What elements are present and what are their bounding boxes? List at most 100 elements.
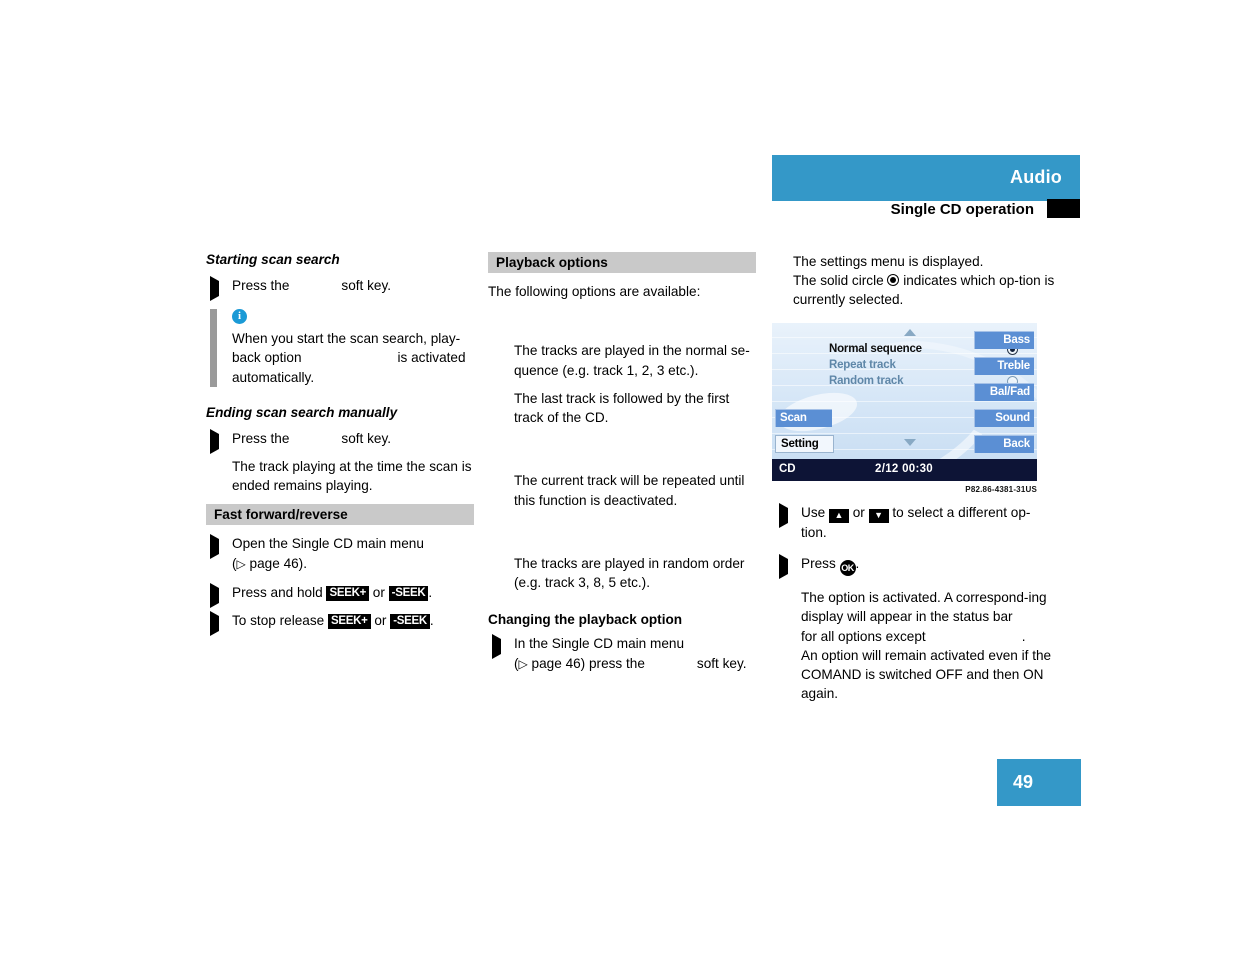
note-line-2-post: is activated (397, 350, 466, 366)
screen-softkey-sound[interactable]: Sound (974, 409, 1034, 427)
step-text-pre: Press and hold (232, 584, 323, 600)
selected-radio-icon (887, 274, 900, 287)
result-line-3: An option will remain activated even if … (801, 647, 1052, 702)
screen-softkey-setting[interactable]: Setting (775, 435, 834, 453)
info-note: i When you start the scan search, play- … (206, 309, 474, 387)
step-text-pre: Press the (232, 278, 290, 293)
screen-softkey-scan[interactable]: Scan (775, 409, 832, 427)
step-arrow-icon (210, 611, 220, 637)
column-right-lower: Use ▲ or ▼ to select a different op-tion… (775, 503, 1055, 712)
header-band: Audio (772, 155, 1080, 201)
step-press-and-hold-seek: Press and hold SEEK+ or -SEEK. (206, 582, 474, 608)
info-icon: i (232, 309, 247, 325)
conjunction-or: or (852, 505, 865, 520)
step-arrow-icon (210, 428, 220, 454)
result-track-keeps-playing: The track playing at the time the scan i… (232, 459, 472, 494)
step-line-1: Open the Single CD main menu (232, 536, 424, 552)
step-text-post: soft key. (696, 655, 747, 671)
heading-playback-options: Playback options (488, 252, 756, 273)
bullet-normal-sequence-desc-1: The tracks are played in the normal se-q… (514, 343, 750, 378)
step-text-pre: Use (801, 505, 826, 520)
conjunction-or: or (374, 613, 387, 629)
result-option-activated: The option is activated. A correspond-in… (775, 588, 1055, 703)
column-left: Starting scan search Press the soft key. … (206, 252, 474, 639)
conjunction-or: or (372, 584, 385, 600)
step-arrow-icon (210, 534, 220, 560)
bullet-icon (492, 446, 502, 457)
heading-ending-scan-search: Ending scan search manually (206, 404, 398, 420)
screen-softkey-treble[interactable]: Treble (974, 357, 1034, 375)
bullet-icon (492, 316, 502, 327)
option-label: Repeat track (829, 359, 896, 371)
step-text-post: soft key. (341, 278, 392, 293)
result-line-2-pre: for all options except (801, 628, 926, 644)
settings-menu-intro: The settings menu is displayed. The soli… (793, 252, 1055, 310)
step-arrow-icon (779, 503, 789, 528)
note-rule (210, 309, 217, 387)
scroll-up-arrow-icon[interactable] (904, 329, 916, 336)
result-line-2-post: . (1021, 628, 1026, 644)
seek-plus-key-icon: SEEK+ (327, 614, 371, 630)
step-arrow-icon (210, 582, 220, 608)
note-line-3: automatically. (232, 369, 315, 385)
note-text: When you start the scan search, play- ba… (232, 329, 474, 387)
status-track-time: 2/12 00:30 (875, 463, 933, 475)
screen-option-repeat-track[interactable]: Repeat track (829, 357, 1018, 373)
comand-screen-figure: Normal sequence Repeat track Random trac… (772, 323, 1037, 481)
bullet-normal-sequence-desc-2: The last track is followed by the first … (514, 390, 730, 426)
step-press-scan-softkey: Press the soft key. (206, 276, 474, 301)
section-title: Single CD operation (890, 201, 1034, 218)
step-text-post: soft key. (341, 430, 392, 446)
seek-minus-key-icon: -SEEK (390, 614, 430, 630)
page-title: Audio (1010, 167, 1062, 187)
header-subtitle-row: Single CD operation (772, 199, 1080, 221)
seek-plus-key-icon: SEEK+ (326, 585, 370, 601)
screen-option-random-track[interactable]: Random track (829, 373, 1018, 389)
screen-softkey-bass[interactable]: Bass (974, 331, 1034, 349)
step-press-end-softkey: Press the soft key. (206, 428, 474, 454)
step-text-pre: Press the (232, 430, 290, 446)
column-middle: Playback options The following options a… (488, 252, 756, 683)
chapter-tab-marker (1047, 199, 1080, 218)
result-line-1: The option is activated. A correspond-in… (801, 590, 1047, 625)
step-text-post: . (428, 584, 433, 600)
step-open-single-cd-menu: Open the Single CD main menu (▷ page 46)… (206, 534, 474, 573)
screen-softkey-back[interactable]: Back (974, 435, 1034, 453)
screen-option-normal-sequence[interactable]: Normal sequence (829, 341, 1018, 357)
playback-options-intro: The following options are available: (488, 284, 701, 299)
step-press-ok: Press OK. (775, 554, 1055, 580)
bullet-repeat-track-desc: The current track will be repeated until… (514, 473, 745, 508)
option-label: Random track (829, 375, 904, 387)
page-ref-arrow-icon: ▷ (236, 556, 246, 571)
up-arrow-key-icon: ▲ (828, 509, 849, 523)
step-use-arrows-to-select: Use ▲ or ▼ to select a different op-tion… (775, 503, 1055, 542)
bullet-repeat-track (488, 443, 756, 462)
step-arrow-icon (779, 554, 789, 580)
heading-starting-scan-search: Starting scan search (206, 252, 340, 267)
figure-caption: P82.86-4381-31US (965, 485, 1037, 494)
heading-changing-playback-option: Changing the playback option (488, 612, 683, 628)
down-arrow-key-icon: ▼ (868, 509, 889, 523)
intro-line-1: The settings menu is displayed. (793, 254, 984, 269)
bullet-normal-sequence (488, 313, 756, 332)
bullet-icon (492, 529, 502, 540)
page-reference: page 46). (249, 555, 307, 571)
column-right: The settings menu is displayed. The soli… (793, 252, 1055, 310)
note-line-2-pre: back option (232, 350, 302, 366)
ok-key-icon: OK (839, 560, 856, 577)
seek-minus-key-icon: -SEEK (388, 585, 429, 601)
screen-softkey-balfad[interactable]: Bal/Fad (974, 383, 1034, 401)
playback-option-list: Normal sequence Repeat track Random trac… (829, 341, 1018, 389)
intro-line-2-pre: The solid circle (793, 273, 884, 289)
page-number: 49 (1013, 772, 1034, 792)
step-text-pre: To stop release (232, 613, 325, 629)
page-number-badge: 49 (997, 759, 1081, 806)
status-source-label: CD (779, 463, 796, 475)
page-ref-arrow-icon: ▷ (518, 656, 528, 671)
heading-fast-forward-reverse: Fast forward/reverse (206, 504, 474, 526)
step-line-1: In the Single CD main menu (514, 636, 685, 652)
option-label: Normal sequence (829, 343, 922, 355)
bullet-random-track-desc: The tracks are played in random order (e… (514, 556, 745, 591)
scroll-down-arrow-icon[interactable] (904, 439, 916, 446)
note-line-1: When you start the scan search, play- (232, 331, 461, 347)
